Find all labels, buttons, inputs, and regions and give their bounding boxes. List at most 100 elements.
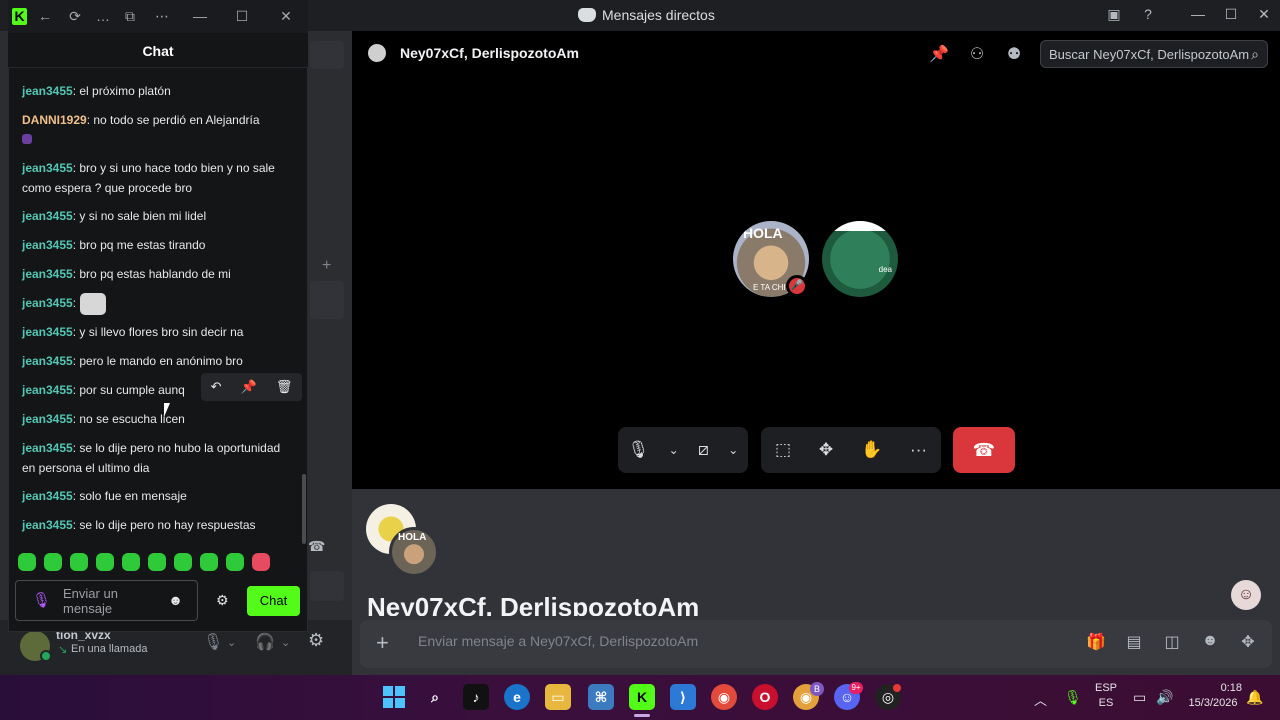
sidebar-voice-stub[interactable]: [310, 571, 344, 601]
clock[interactable]: 0:18 15/3/2026: [1184, 682, 1242, 709]
emote-icon[interactable]: [174, 553, 192, 571]
search-icon[interactable]: ⌕: [422, 684, 448, 710]
window-mode-icon[interactable]: ⧉: [121, 8, 139, 25]
back-arrow-icon[interactable]: ←: [36, 8, 54, 24]
tray-chevron-icon[interactable]: ︿: [1034, 690, 1047, 709]
user-avatar[interactable]: ☺: [1231, 580, 1261, 610]
file-explorer-icon[interactable]: ▭: [545, 684, 571, 710]
chat-username[interactable]: jean3455: [22, 325, 73, 339]
chat-message[interactable]: jean3455: se lo dije pero no hay respues…: [22, 515, 292, 535]
close-button[interactable]: ✕: [277, 8, 295, 25]
chat-username[interactable]: jean3455: [22, 238, 73, 252]
chat-input[interactable]: 🎙 Enviar un mensaje ☻: [15, 580, 198, 621]
opera-icon[interactable]: O: [752, 684, 778, 710]
network-icon[interactable]: ▭: [1133, 689, 1146, 706]
chat-username[interactable]: jean3455: [22, 267, 73, 281]
emoji-icon[interactable]: ☻: [168, 592, 183, 608]
pin-icon[interactable]: 📌: [929, 44, 949, 64]
chat-message[interactable]: jean3455: y si no sale bien mi lidel: [22, 206, 292, 226]
delete-icon[interactable]: 🗑: [276, 379, 293, 395]
emote-icon[interactable]: [70, 553, 88, 571]
chat-username[interactable]: jean3455: [22, 489, 73, 503]
chat-message[interactable]: DANNI1929: no todo se perdió en Alejandr…: [22, 110, 292, 150]
pin-icon[interactable]: 📌: [241, 379, 257, 395]
maximize-button[interactable]: ☐: [1221, 6, 1241, 23]
emote-icon[interactable]: [122, 553, 140, 571]
microphone-tray-icon[interactable]: 🎙: [1064, 689, 1082, 706]
apps-icon[interactable]: ✥: [1238, 632, 1258, 652]
emote-icon[interactable]: [226, 553, 244, 571]
chat-message[interactable]: jean3455: bro pq me estas tirando: [22, 235, 292, 255]
hang-up-button[interactable]: ☎: [953, 427, 1015, 473]
soundboard-icon[interactable]: ✋: [861, 440, 882, 460]
chat-username[interactable]: DANNI1929: [22, 113, 87, 127]
microphone-icon[interactable]: 🎙: [32, 591, 51, 609]
reply-icon[interactable]: ↶: [211, 379, 222, 395]
edge-icon[interactable]: e: [504, 684, 530, 710]
microphone-icon[interactable]: 🎙: [203, 632, 223, 652]
members-icon[interactable]: ⚉: [1004, 44, 1024, 64]
language-indicator[interactable]: ESP ES: [1094, 682, 1118, 709]
chat-message[interactable]: jean3455: bro pq estas hablando de mi: [22, 264, 292, 284]
chat-username[interactable]: jean3455: [22, 84, 73, 98]
chat-username[interactable]: jean3455: [22, 161, 73, 175]
chevron-down-icon[interactable]: ⌄: [728, 443, 738, 457]
activities-icon[interactable]: ✥: [819, 440, 833, 460]
emoji-icon[interactable]: ☻: [1200, 632, 1220, 652]
emote-icon[interactable]: [200, 553, 218, 571]
chat-message[interactable]: jean3455: solo fue en mensaje: [22, 486, 292, 506]
notification-bell-icon[interactable]: 🔔: [1246, 689, 1263, 706]
message-input[interactable]: + Enviar mensaje a Ney07xCf, Derlispozot…: [360, 620, 1272, 668]
add-dm-icon[interactable]: +: [322, 257, 331, 275]
help-icon[interactable]: ?: [1138, 6, 1158, 22]
chat-username[interactable]: jean3455: [22, 354, 73, 368]
chat-username[interactable]: jean3455: [22, 383, 73, 397]
chat-message[interactable]: jean3455: pero le mando en anónimo bro: [22, 351, 292, 371]
voice-disconnect-icon[interactable]: ☎: [308, 538, 325, 555]
emote-icon[interactable]: [148, 553, 166, 571]
chat-username[interactable]: jean3455: [22, 296, 73, 310]
chat-message-list[interactable]: jean3455: el próximo platón DANNI1929: no…: [8, 69, 308, 539]
headphones-icon[interactable]: 🎧: [255, 632, 275, 652]
emote-icon[interactable]: [252, 553, 270, 571]
minimize-button[interactable]: —: [191, 8, 209, 24]
vscode-icon[interactable]: ⟩: [670, 684, 696, 710]
more-icon[interactable]: ···: [910, 440, 927, 460]
python-icon[interactable]: ⌘: [588, 684, 614, 710]
maximize-button[interactable]: ☐: [233, 8, 251, 25]
emote-icon[interactable]: [44, 553, 62, 571]
chat-message[interactable]: jean3455: no se escucha licen: [22, 409, 292, 429]
chat-username[interactable]: jean3455: [22, 209, 73, 223]
gift-icon[interactable]: 🎁: [1086, 632, 1106, 652]
gif-icon[interactable]: ▤: [1124, 632, 1144, 652]
sticker-icon[interactable]: ◫: [1162, 632, 1182, 652]
tiktok-icon[interactable]: ♪: [463, 684, 489, 710]
call-participant-avatar[interactable]: dea: [822, 221, 898, 297]
refresh-icon[interactable]: ⟳: [66, 8, 84, 25]
chat-message[interactable]: jean3455: bro y si uno hace todo bien y …: [22, 158, 292, 198]
chat-message[interactable]: jean3455: el próximo platón: [22, 81, 292, 101]
emote-icon[interactable]: [96, 553, 114, 571]
chat-scrollbar[interactable]: [302, 474, 306, 544]
chat-username[interactable]: jean3455: [22, 518, 73, 532]
emote-icon[interactable]: [18, 553, 36, 571]
chevron-down-icon[interactable]: ⌄: [281, 636, 290, 649]
microphone-icon[interactable]: 🎙: [628, 440, 650, 460]
volume-icon[interactable]: 🔊: [1156, 689, 1173, 706]
attach-plus-icon[interactable]: +: [376, 630, 389, 656]
menu-icon[interactable]: ⋯: [153, 8, 171, 25]
camera-off-icon[interactable]: ⧄: [698, 440, 709, 460]
close-button[interactable]: ✕: [1254, 6, 1274, 23]
chevron-down-icon[interactable]: ⌄: [669, 443, 679, 457]
chat-message[interactable]: jean3455: y si llevo flores bro sin deci…: [22, 322, 292, 342]
chrome-icon[interactable]: ◉: [711, 684, 737, 710]
add-friends-icon[interactable]: ⚇: [967, 44, 987, 64]
gear-icon[interactable]: ⚙: [216, 592, 229, 609]
chat-username[interactable]: jean3455: [22, 412, 73, 426]
chat-message[interactable]: jean3455:: [22, 293, 292, 315]
kick-app-icon[interactable]: K: [629, 684, 655, 710]
minimize-button[interactable]: —: [1188, 6, 1208, 22]
send-chat-button[interactable]: Chat: [247, 586, 300, 616]
gear-icon[interactable]: ⚙: [308, 630, 324, 651]
more-icon[interactable]: …: [94, 8, 112, 24]
